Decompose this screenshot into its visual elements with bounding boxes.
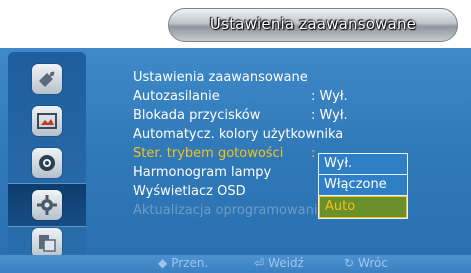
- menu-item-auto-power[interactable]: Autozasilanie : Wył.: [133, 87, 463, 106]
- page-title: Ustawienia zaawansowane: [209, 15, 417, 33]
- menu-item-label: Ster. trybem gotowości: [133, 146, 284, 161]
- settings-menu: Ustawienia zaawansowane Autozasilanie : …: [133, 68, 463, 220]
- menu-item-osd-display[interactable]: Wyświetlacz OSD: [133, 182, 463, 201]
- menu-item-advanced-settings[interactable]: Ustawienia zaawansowane: [133, 68, 463, 87]
- hint-return: ↻ Wróc: [344, 256, 388, 270]
- menu-item-label: Autozasilanie: [133, 89, 220, 104]
- dropdown-option-on[interactable]: Włączone: [319, 175, 407, 196]
- setup-icon: [32, 190, 62, 220]
- hint-move-label: Przen.: [171, 256, 209, 270]
- menu-item-label: Harmonogram lampy: [133, 165, 272, 180]
- satellite-icon: [32, 64, 62, 94]
- hint-return-label: Wróc: [358, 256, 388, 270]
- title-bar: Ustawienia zaawansowane: [168, 8, 458, 42]
- menu-item-value: : Wył.: [311, 89, 348, 104]
- menu-item-button-lock[interactable]: Blokada przycisków : Wył.: [133, 106, 463, 125]
- sound-icon: [32, 148, 62, 178]
- sidebar-item-input[interactable]: [8, 58, 86, 100]
- move-arrows-icon: ◆: [158, 256, 168, 270]
- menu-item-value: : Wył.: [311, 108, 348, 123]
- sidebar-item-setup[interactable]: [8, 183, 86, 227]
- menu-item-standby-control[interactable]: Ster. trybem gotowości :: [133, 144, 463, 163]
- multi-window-icon: [32, 228, 62, 258]
- sidebar-item-sound[interactable]: [8, 142, 86, 184]
- menu-item-label: Ustawienia zaawansowane: [133, 70, 308, 85]
- menu-item-lamp-schedule[interactable]: Harmonogram lampy: [133, 163, 463, 182]
- menu-item-user-auto-color[interactable]: Automatycz. kolory użytkownika: [133, 125, 463, 144]
- return-icon: ↻: [344, 256, 355, 270]
- menu-item-label: Automatycz. kolory użytkownika: [133, 127, 344, 142]
- menu-item-software-update: Aktualizacja oprogramowania: [133, 201, 463, 220]
- sidebar-item-picture[interactable]: [8, 100, 86, 142]
- menu-item-value: :: [311, 146, 316, 161]
- standby-control-dropdown[interactable]: Wył. Włączone Auto: [318, 153, 408, 219]
- menu-item-label: Aktualizacja oprogramowania: [133, 203, 326, 218]
- footer-hints: ◆ Przen. ⏎ Weidź ↻ Wróc: [0, 255, 471, 273]
- menu-item-label: Blokada przycisków: [133, 108, 261, 123]
- menu-item-label: Wyświetlacz OSD: [133, 184, 246, 199]
- hint-enter: ⏎ Weidź: [254, 256, 304, 270]
- dropdown-option-off[interactable]: Wył.: [319, 154, 407, 175]
- hint-move: ◆ Przen.: [158, 256, 208, 270]
- osd-menu: Ustawienia zaawansowane Ustawienia zaawa…: [0, 0, 471, 273]
- enter-icon: ⏎: [254, 256, 265, 270]
- dropdown-option-auto[interactable]: Auto: [319, 196, 407, 218]
- picture-icon: [32, 106, 62, 136]
- hint-enter-label: Weidź: [268, 256, 304, 270]
